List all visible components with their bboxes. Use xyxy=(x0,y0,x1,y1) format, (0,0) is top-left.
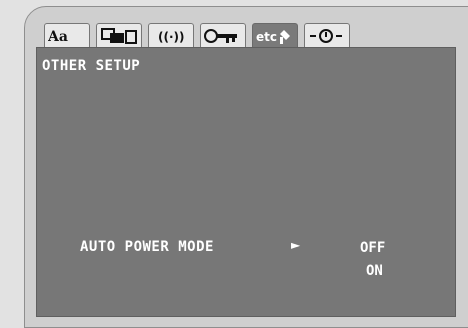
option-off[interactable]: OFF xyxy=(360,240,385,256)
svg-text:((·)): ((·)) xyxy=(158,30,185,44)
tab-bar: Aa ((·)) etc xyxy=(44,23,350,47)
tab-other[interactable]: etc xyxy=(252,23,298,47)
display-icon xyxy=(101,27,137,44)
audio-icon: ((·)) xyxy=(158,30,185,44)
etc-icon: etc xyxy=(256,29,290,44)
auto-power-mode-label: AUTO POWER MODE xyxy=(80,239,214,255)
svg-text:Aa: Aa xyxy=(48,29,68,45)
option-on[interactable]: ON xyxy=(366,263,383,279)
tab-display[interactable] xyxy=(96,23,142,47)
timer-icon xyxy=(310,28,342,43)
tab-audio[interactable]: ((·)) xyxy=(148,23,194,47)
key-icon xyxy=(204,28,237,43)
selection-arrow-icon: ► xyxy=(291,238,301,252)
language-icon: Aa xyxy=(48,29,68,45)
svg-text:etc: etc xyxy=(256,30,277,44)
tab-language[interactable]: Aa xyxy=(44,23,90,47)
setup-screen xyxy=(36,47,456,317)
screen-title: OTHER SETUP xyxy=(42,58,141,74)
tab-timer[interactable] xyxy=(304,23,350,47)
tab-parental[interactable] xyxy=(200,23,246,47)
